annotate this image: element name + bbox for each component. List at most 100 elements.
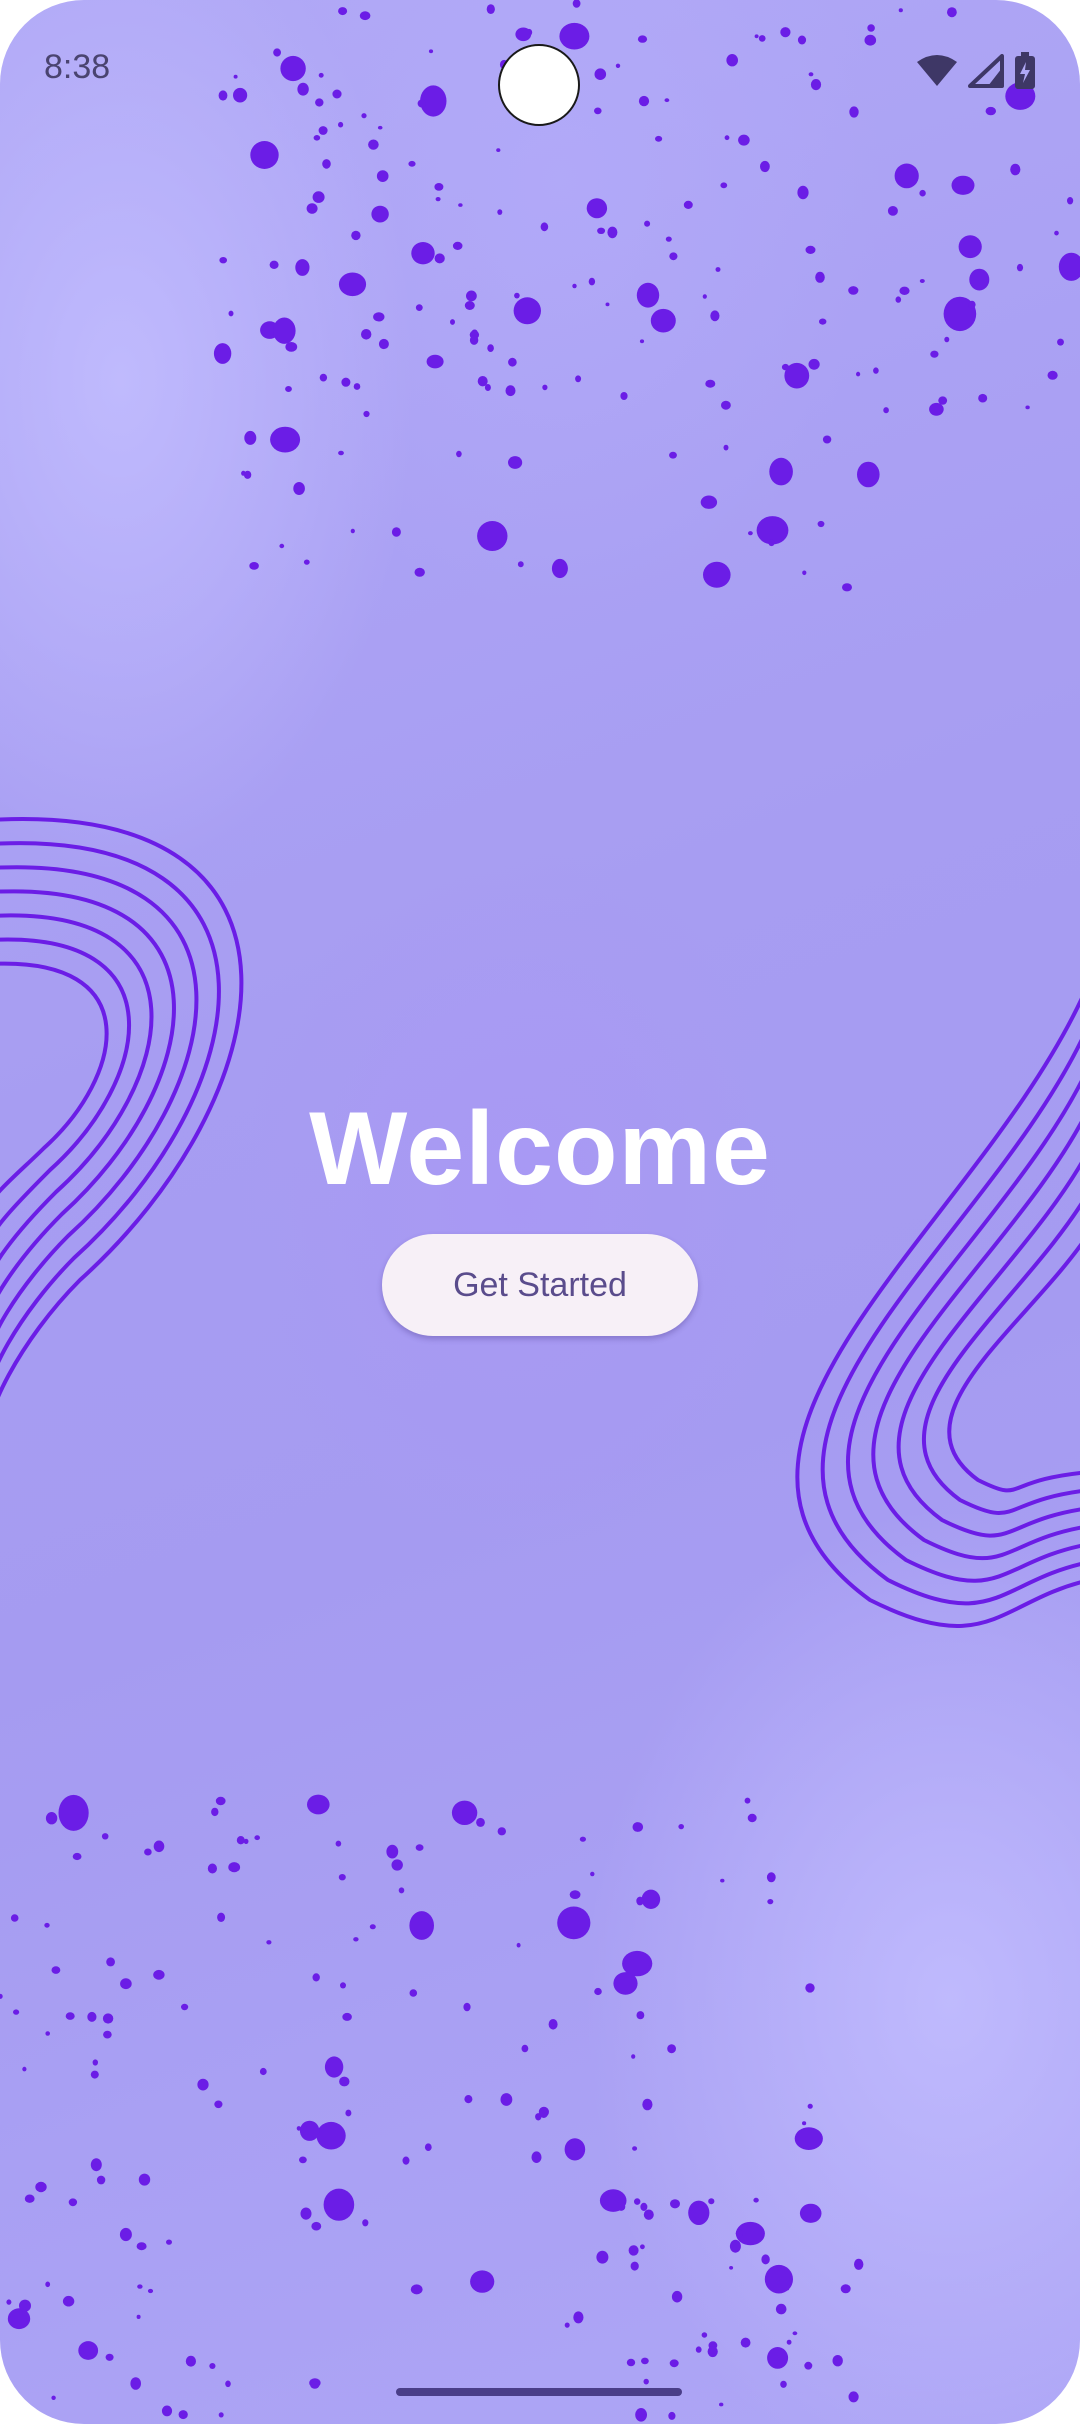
splatter-dot [391,1859,403,1871]
splatter-dot [269,260,279,269]
welcome-title: Welcome [309,1091,771,1207]
splatter-dot [930,350,939,358]
wave-line [947,1242,1080,1493]
splatter-dot [101,1833,109,1840]
splatter-dot [628,2245,639,2256]
splatter-dot [414,567,425,577]
splatter-dot [243,470,252,479]
splatter-dot [669,2359,679,2368]
splatter-dot [665,236,672,242]
splatter-dot [670,2199,680,2209]
splatter-dot [303,559,310,565]
splatter-dot [792,2331,798,2336]
splatter-dot [409,1911,435,1940]
splatter-dot [102,2013,114,2024]
splatter-dot [466,290,477,302]
splatter-dot [599,2189,627,2212]
splatter-dot [671,2290,683,2303]
splatter-dot [464,2095,473,2104]
splatter-dot [402,2156,410,2165]
splatter-dot [214,2100,223,2109]
splatter-dot [797,185,809,200]
splatter-dot [1057,338,1064,346]
splatter-dot [719,2402,724,2407]
splatter-dot [1016,263,1024,272]
splatter-dot [764,2264,794,2294]
splatter-dot [636,1896,644,1906]
splatter-dot [181,2003,189,2011]
get-started-button[interactable]: Get Started [382,1234,698,1336]
splatter-dot [873,367,879,374]
splatter-dot [217,1912,226,1923]
splatter-dot [10,1914,19,1922]
splatter-dot [215,1796,226,1806]
splatter-dot [768,539,775,547]
splatter-dot [285,342,298,352]
splatter-dot [339,2076,350,2087]
splatter-dot [90,2070,99,2079]
splatter-dot [103,2030,112,2039]
splatter-dot [470,2270,495,2293]
splatter-dot [22,2066,27,2072]
splatter-dot [516,1942,521,1948]
splatter-dot [136,2314,141,2319]
splatter-dot [579,1836,587,1842]
splatter-dot [667,2044,676,2054]
splatter-dot [476,1817,485,1827]
splatter-dot [596,2250,609,2264]
splatter-dot [368,139,379,150]
splatter-dot [710,310,720,322]
splatter-dot [464,301,475,310]
splatter-dot [207,1863,217,1874]
home-indicator[interactable] [396,2388,682,2396]
status-time: 8:38 [44,48,111,86]
splatter-dot [802,570,807,576]
splatter-dot [295,259,310,276]
splatter-dot [391,527,401,537]
splatter-dot [316,2121,346,2150]
splatter-dot [35,2181,47,2193]
splatter-dot [507,456,523,469]
splatter-dot [668,2411,676,2420]
splatter-dot [573,2311,584,2324]
splatter-dot [338,272,367,297]
splatter-dot [630,2261,639,2271]
splatter-dot [505,385,516,397]
splatter-dot [228,310,234,317]
splatter-dot [323,2188,355,2221]
splatter-dot [564,2138,586,2161]
splatter-dot [735,2229,743,2238]
splatter-dot [341,377,351,387]
splatter-dot [322,159,331,169]
splatter-dot [817,520,825,528]
splatter-dot [894,163,919,189]
splatter-dot [978,393,988,403]
splatter-dot [147,2288,154,2294]
splatter-dot [209,2363,216,2369]
splatter-dot [508,357,517,367]
splatter-dot [899,286,910,295]
splatter-dot [249,562,259,570]
splatter-dot [51,1966,61,1974]
splatter-dot [857,461,880,488]
splatter-dot [720,182,728,189]
splatter-dot [564,2322,570,2328]
splatter-dot [639,339,645,344]
splatter-dot [919,189,926,197]
splatter-dot [105,2353,114,2361]
splatter-dot [166,2239,172,2245]
splatter-dot [311,2221,322,2231]
splatter-dot [469,335,479,345]
splatter-dot [250,141,279,169]
splatter-dot [805,1983,815,1993]
splatter-dot [514,292,520,299]
splatter-dot [548,2019,558,2030]
splatter-dot [342,2012,352,2021]
splatter-dot [90,2158,102,2172]
splatter-dot [969,268,990,291]
splatter-dot [225,2380,231,2388]
splatter-dot [497,1827,506,1836]
splatter-dot [477,521,508,551]
paint-splatter-decoration [0,0,1080,2422]
splatter-dot [44,1922,50,1928]
